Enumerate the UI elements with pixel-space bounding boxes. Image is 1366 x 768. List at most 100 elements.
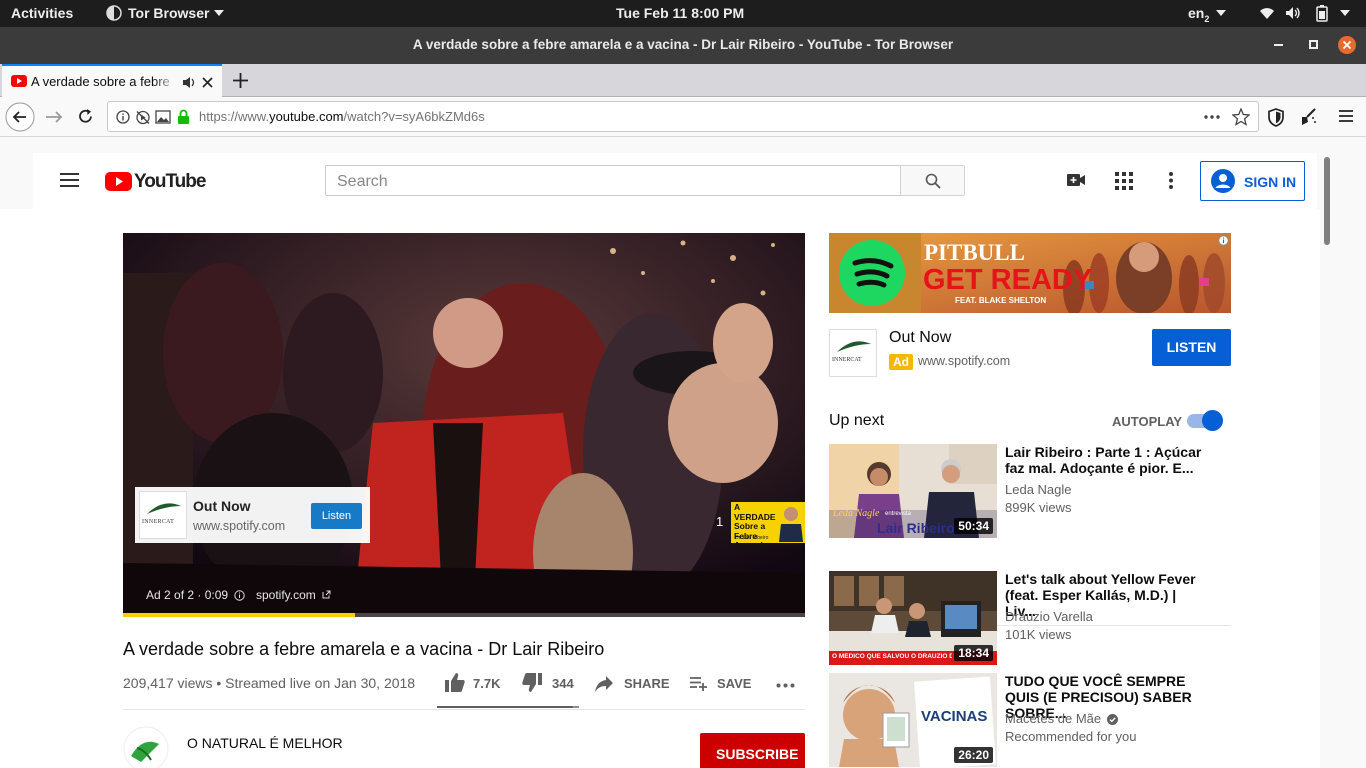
banner-featuring: FEAT. BLAKE SHELTON: [955, 296, 1047, 305]
search-icon: [925, 173, 941, 189]
forward-button[interactable]: [45, 109, 63, 125]
ad-domain-link[interactable]: spotify.com: [256, 588, 316, 602]
apps-grid-icon[interactable]: [1115, 172, 1133, 190]
url-text[interactable]: https://www.youtube.com/watch?v=syA6bkZM…: [199, 109, 485, 124]
youtube-favicon-icon: [11, 75, 27, 87]
subscribe-button[interactable]: SUBSCRIBE: [700, 733, 805, 768]
clock[interactable]: Tue Feb 11 8:00 PM: [616, 5, 744, 21]
innercat-leaf-logo: [147, 503, 181, 514]
close-tab-icon[interactable]: [202, 77, 213, 88]
hamburger-menu-icon[interactable]: [1338, 109, 1354, 123]
page-scrollbar[interactable]: [1320, 153, 1334, 753]
settings-more-icon[interactable]: [1169, 172, 1173, 189]
search-button[interactable]: [900, 165, 965, 196]
player-ad-card[interactable]: INNERCAT Out Now www.spotify.com Listen: [135, 487, 370, 543]
channel-avatar[interactable]: [123, 726, 169, 768]
sidebar-ad-banner[interactable]: PITBULL GET READY FEAT. BLAKE SHELTON: [829, 233, 1231, 313]
video-thumbnail[interactable]: Leda Nagle entrevista Lair Ribeiro 50:34: [829, 444, 997, 538]
like-button[interactable]: 7.7K: [445, 665, 505, 701]
new-tab-icon[interactable]: [233, 73, 248, 88]
video-view-count-date: 209,417 views • Streamed live on Jan 30,…: [123, 675, 416, 691]
video-duration: 18:34: [954, 645, 993, 661]
next-video-preview[interactable]: A VERDADE Sobre a Febre Amarela Dr. Lair…: [731, 502, 805, 550]
page-actions-icon[interactable]: [1204, 115, 1220, 119]
security-shield-icon[interactable]: [1267, 108, 1285, 127]
volume-icon: [1286, 7, 1300, 19]
innercat-leaf-logo: [837, 341, 871, 352]
sidebar-ad-listen-button[interactable]: LISTEN: [1152, 329, 1231, 366]
dislike-button[interactable]: 344: [522, 665, 577, 701]
adchoices-info-icon[interactable]: [1218, 235, 1229, 246]
video-duration: 50:34: [954, 518, 993, 534]
secure-lock-icon[interactable]: [177, 109, 190, 125]
tab-audio-playing-icon[interactable]: [182, 76, 197, 89]
back-button[interactable]: [5, 102, 35, 132]
chevron-down-icon: [214, 10, 224, 16]
image-permission-icon[interactable]: [155, 110, 171, 124]
ad-card-listen-button[interactable]: Listen: [311, 503, 362, 529]
up-next-video-3[interactable]: VACINAS 26:20 TUDO QUE VOCÊ SEMPRE QUIS …: [829, 673, 1231, 767]
tab-strip: A verdade sobre a febre amarela e a vaci…: [0, 64, 1366, 97]
window-title: A verdade sobre a febre amarela e a vaci…: [412, 37, 954, 52]
lair-ribeiro-thumbnail-portrait: [779, 507, 803, 542]
sidebar-ad-info[interactable]: INNERCAT Out Now Ad www.spotify.com LIST…: [829, 329, 1231, 379]
save-to-playlist-button[interactable]: SAVE: [690, 665, 752, 701]
navigation-toolbar: https://www.youtube.com/watch?v=syA6bkZM…: [0, 97, 1366, 137]
activities-button[interactable]: Activities: [11, 5, 73, 21]
sidebar-ad-title: Out Now: [889, 329, 952, 346]
video-recommendation: Recommended for you: [1005, 729, 1137, 744]
reload-button[interactable]: [77, 108, 94, 125]
system-menu-chevron-icon[interactable]: [1340, 10, 1350, 17]
external-link-icon: [322, 590, 331, 599]
up-next-heading: Up next: [829, 412, 885, 429]
autoplay-label: AUTOPLAY: [1112, 414, 1183, 429]
ad-info-icon[interactable]: [234, 590, 245, 601]
up-next-video-2[interactable]: O MÉDICO QUE SALVOU O DRAUZIO DA FEBRE 1…: [829, 571, 1231, 665]
new-identity-broom-icon[interactable]: [1298, 107, 1318, 127]
channel-name[interactable]: O NATURAL É MELHOR: [187, 735, 343, 751]
thumbs-down-icon: [522, 673, 542, 692]
guide-menu-icon[interactable]: [60, 173, 79, 187]
close-window-icon[interactable]: [1338, 36, 1356, 54]
video-title[interactable]: Lair Ribeiro : Parte 1 : Açúcar faz mal.…: [1005, 444, 1205, 476]
autoplay-toggle[interactable]: [1187, 410, 1223, 431]
ad-advertiser-logo: INNERCAT: [139, 491, 187, 539]
banner-artist: PITBULL: [924, 240, 1025, 265]
search-input[interactable]: Search: [325, 165, 901, 196]
video-thumbnail[interactable]: O MÉDICO QUE SALVOU O DRAUZIO DA FEBRE 1…: [829, 571, 997, 665]
keyboard-layout[interactable]: en2: [1188, 5, 1209, 24]
tor-onion-icon: [106, 5, 122, 21]
more-actions-icon[interactable]: [776, 683, 795, 688]
tab-youtube[interactable]: A verdade sobre a febre amarela e a vaci…: [2, 64, 222, 97]
chevron-down-icon: [1216, 10, 1226, 16]
wifi-icon: [1260, 8, 1274, 19]
video-views: 101K views: [1005, 627, 1072, 642]
ad-queue-number: 1: [716, 514, 724, 529]
up-next-video-1[interactable]: Leda Nagle entrevista Lair Ribeiro 50:34…: [829, 444, 1231, 538]
video-player[interactable]: INNERCAT Out Now www.spotify.com Listen …: [123, 233, 805, 617]
app-menu[interactable]: Tor Browser: [128, 5, 209, 21]
video-thumbnail[interactable]: VACINAS 26:20: [829, 673, 997, 767]
sidebar-ad-url: www.spotify.com: [918, 354, 1011, 368]
video-frame-party-scene: [123, 233, 805, 617]
maximize-icon[interactable]: [1309, 40, 1319, 50]
playlist-add-icon: [690, 677, 707, 691]
share-button[interactable]: SHARE: [595, 665, 670, 701]
autoplay-blocked-icon[interactable]: [135, 110, 151, 125]
video-duration: 26:20: [954, 747, 993, 763]
ad-card-title: Out Now: [193, 498, 251, 514]
bookmark-star-icon[interactable]: [1232, 108, 1250, 126]
video-channel: Leda Nagle: [1005, 482, 1072, 497]
watch-page: INNERCAT Out Now www.spotify.com Listen …: [0, 209, 1320, 768]
create-video-icon[interactable]: [1067, 173, 1085, 187]
video-channel: Macetes de Mãe: [1005, 711, 1118, 726]
video-channel: Drauzio Varella: [1005, 609, 1093, 624]
ad-progress-bar[interactable]: [123, 613, 805, 617]
ad-progress-fill: [123, 613, 355, 617]
youtube-header: YouTube Search SIGN IN: [33, 153, 1317, 209]
minimize-icon[interactable]: [1274, 43, 1284, 47]
sign-in-button[interactable]: SIGN IN: [1200, 161, 1305, 201]
url-bar[interactable]: https://www.youtube.com/watch?v=syA6bkZM…: [107, 101, 1259, 132]
site-info-icon[interactable]: [116, 110, 130, 124]
ad-status-text: Ad 2 of 2 · 0:09: [146, 588, 229, 602]
